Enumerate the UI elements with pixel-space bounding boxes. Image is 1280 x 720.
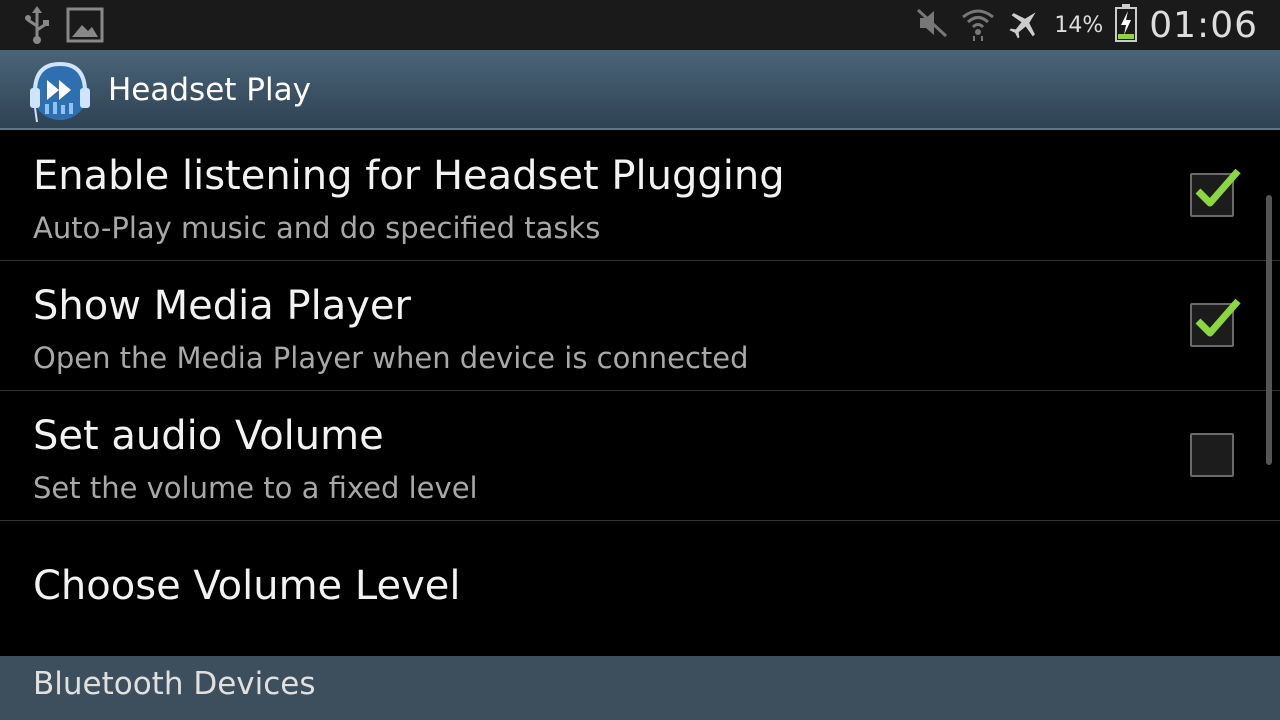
wifi-icon	[960, 5, 996, 45]
checkbox-set-audio-volume[interactable]	[1190, 433, 1234, 477]
status-bar: 14% 01:06	[0, 0, 1280, 50]
pref-choose-volume-level[interactable]: Choose Volume Level	[0, 521, 1280, 651]
category-label: Bluetooth Devices	[33, 666, 316, 702]
preference-list: Enable listening for Headset Plugging Au…	[0, 131, 1280, 651]
checkbox-show-media-player[interactable]	[1190, 298, 1241, 347]
app-title: Headset Play	[108, 72, 311, 108]
check-icon	[1195, 298, 1241, 337]
pref-show-media-player[interactable]: Show Media Player Open the Media Player …	[0, 261, 1280, 391]
headphones-app-icon[interactable]	[27, 58, 93, 124]
pref-summary: Auto-Play music and do specified tasks	[33, 211, 601, 245]
pref-title: Show Media Player	[33, 283, 411, 329]
usb-icon	[22, 6, 52, 48]
pref-title: Set audio Volume	[33, 413, 384, 459]
pref-set-audio-volume[interactable]: Set audio Volume Set the volume to a fix…	[0, 391, 1280, 521]
pref-title: Enable listening for Headset Plugging	[33, 153, 785, 199]
clock: 01:06	[1149, 4, 1258, 46]
check-icon	[1195, 168, 1241, 207]
battery-charging-icon	[1115, 4, 1138, 46]
pref-summary: Set the volume to a fixed level	[33, 471, 478, 505]
airplane-icon	[1008, 6, 1042, 44]
mute-icon	[916, 8, 948, 42]
checkbox-enable-listening[interactable]	[1190, 168, 1241, 217]
battery-percent: 14%	[1054, 12, 1104, 38]
pref-enable-listening[interactable]: Enable listening for Headset Plugging Au…	[0, 131, 1280, 261]
scrollbar[interactable]	[1266, 195, 1272, 465]
image-icon	[66, 7, 104, 47]
pref-title: Choose Volume Level	[33, 563, 461, 609]
category-header: Bluetooth Devices	[0, 656, 1280, 720]
pref-summary: Open the Media Player when device is con…	[33, 341, 749, 375]
action-bar: Headset Play	[0, 50, 1280, 130]
